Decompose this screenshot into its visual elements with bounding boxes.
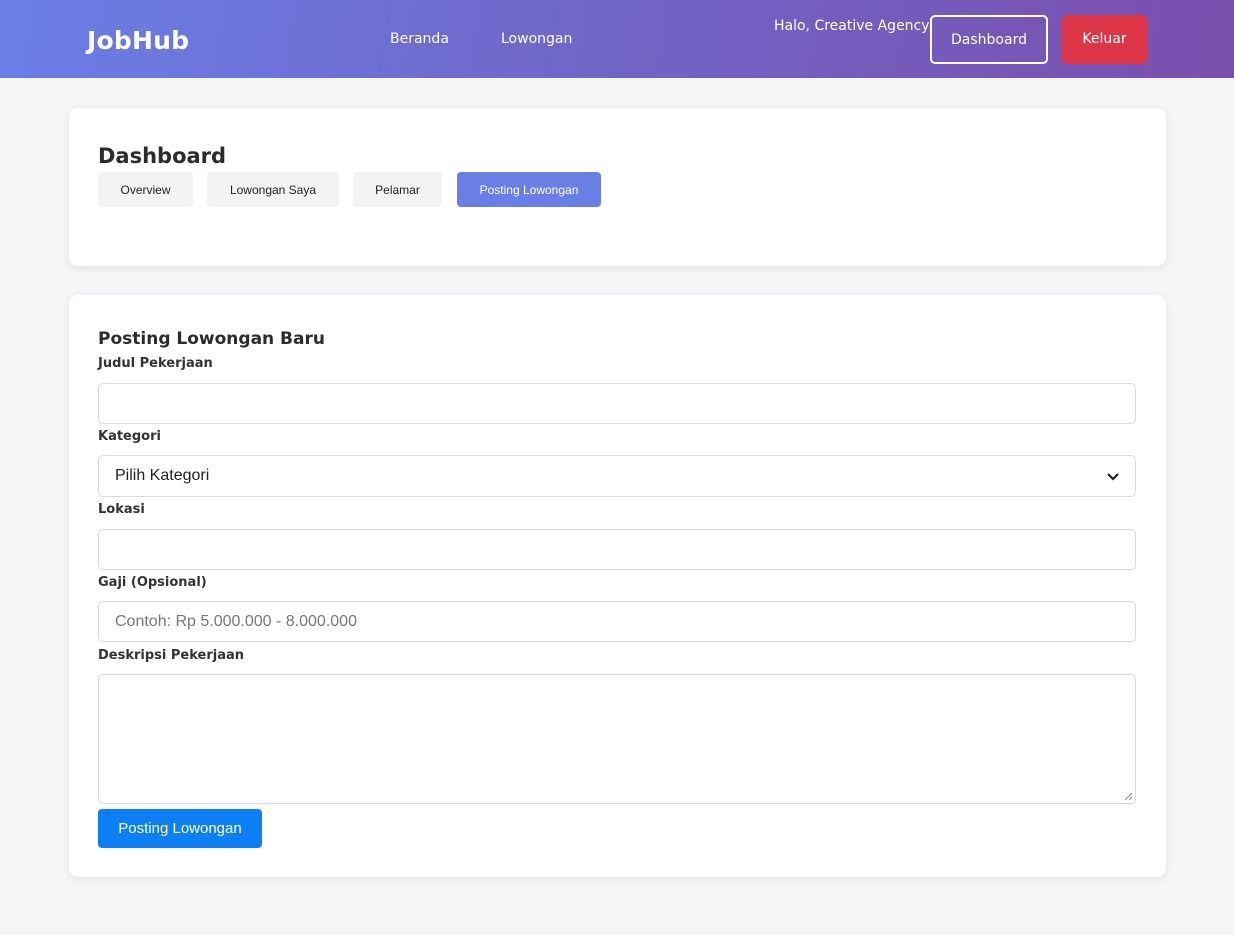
dashboard-card: Dashboard Overview Lowongan Saya Pelamar…	[69, 108, 1166, 266]
tab-overview[interactable]: Overview	[98, 172, 193, 207]
description-wrapper	[98, 674, 1136, 804]
post-job-form-card: Posting Lowongan Baru Judul Pekerjaan Ka…	[69, 295, 1166, 877]
page-title: Dashboard	[98, 144, 227, 168]
description-textarea[interactable]	[98, 674, 1136, 804]
salary-input[interactable]	[98, 601, 1136, 642]
category-label: Kategori	[98, 429, 161, 444]
nav-link-lowongan[interactable]: Lowongan	[501, 31, 572, 47]
dashboard-button[interactable]: Dashboard	[930, 15, 1048, 64]
logout-button[interactable]: Keluar	[1062, 15, 1147, 64]
job-title-input[interactable]	[98, 383, 1136, 424]
form-title: Posting Lowongan Baru	[98, 329, 325, 349]
description-label: Deskripsi Pekerjaan	[98, 648, 245, 663]
salary-label: Gaji (Opsional)	[98, 575, 207, 590]
category-selected-value: Pilih Kategori	[115, 467, 210, 484]
brand-logo[interactable]: JobHub	[87, 26, 189, 55]
top-navbar: JobHub Beranda Lowongan Halo, Creative A…	[0, 0, 1234, 78]
job-title-label: Judul Pekerjaan	[98, 356, 213, 371]
location-input[interactable]	[98, 529, 1136, 570]
tab-posting-lowongan[interactable]: Posting Lowongan	[457, 172, 601, 207]
user-greeting: Halo, Creative Agency	[774, 18, 930, 34]
tab-lowongan-saya[interactable]: Lowongan Saya	[207, 172, 339, 207]
resize-grip-icon[interactable]	[1124, 792, 1133, 801]
submit-posting-button[interactable]: Posting Lowongan	[98, 809, 262, 848]
category-select[interactable]: Pilih Kategori	[98, 455, 1136, 497]
nav-link-beranda[interactable]: Beranda	[390, 31, 449, 47]
location-label: Lokasi	[98, 502, 145, 517]
tab-pelamar[interactable]: Pelamar	[353, 172, 442, 207]
chevron-down-icon	[1107, 468, 1119, 484]
